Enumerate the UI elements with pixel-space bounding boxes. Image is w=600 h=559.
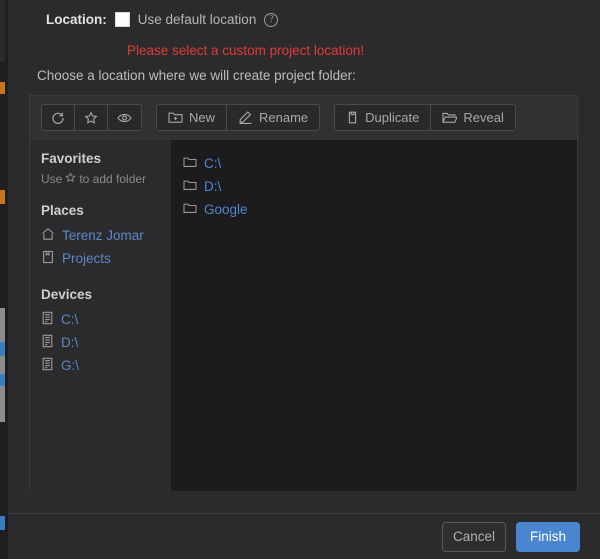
folder-plus-icon (168, 111, 183, 124)
sidebar-item-drive-d[interactable]: D:\ (41, 331, 171, 354)
places-section-title: Places (41, 203, 84, 218)
sidebar-item-label: D:\ (61, 335, 79, 350)
favorites-section-title: Favorites (41, 151, 102, 166)
drive-icon (41, 334, 54, 351)
file-browser-panel: New Rename Duplicate Reveal Favorites Us… (29, 95, 578, 491)
use-default-location-label: Use default location (137, 12, 257, 27)
duplicate-label: Duplicate (365, 110, 420, 125)
background-sliver (0, 82, 5, 94)
rename-label: Rename (259, 110, 309, 125)
background-sliver (0, 342, 5, 356)
sidebar-item-drive-c[interactable]: C:\ (41, 308, 171, 331)
background-sliver (0, 190, 5, 204)
finish-button[interactable]: Finish (516, 521, 580, 552)
view-button-group (41, 104, 142, 131)
folder-icon (183, 179, 197, 194)
file-list: C:\ D:\ Google (171, 140, 577, 491)
refresh-button[interactable] (42, 105, 75, 130)
sidebar-item-label: Projects (62, 251, 111, 266)
sidebar-item-drive-g[interactable]: G:\ (41, 354, 171, 377)
sidebar-item-terenz-jomar[interactable]: Terenz Jomar (41, 224, 171, 247)
favorites-hint-before: Use (41, 172, 63, 186)
location-label: Location: (46, 12, 107, 27)
folder-icon (183, 202, 197, 217)
pencil-icon (238, 111, 253, 124)
background-sliver (0, 516, 5, 530)
duplicate-button[interactable]: Duplicate (335, 105, 432, 130)
panel-body: Favorites Use to add folder Places Teren… (30, 140, 577, 491)
project-location-dialog: Location: Use default location ? Please … (8, 0, 600, 559)
favorites-hint-after: to add folder (79, 172, 147, 186)
new-folder-label: New (189, 110, 216, 125)
list-item-label: C:\ (204, 156, 222, 171)
background-sliver (0, 356, 5, 374)
cancel-button[interactable]: Cancel (442, 521, 506, 552)
instruction-text: Choose a location where we will create p… (37, 68, 356, 83)
dialog-footer: Cancel Finish (8, 514, 600, 559)
sidebar-item-projects[interactable]: Projects (41, 247, 171, 270)
folder-icon (183, 156, 197, 171)
background-sliver (0, 94, 5, 190)
background-sliver (0, 0, 5, 62)
eye-icon (117, 111, 132, 125)
background-sliver (0, 308, 5, 342)
list-item-label: D:\ (204, 179, 222, 194)
new-folder-button[interactable]: New (157, 105, 228, 130)
drive-icon (41, 357, 54, 374)
sidebar-item-label: Terenz Jomar (62, 228, 144, 243)
background-sliver (0, 386, 5, 422)
background-sliver (0, 204, 5, 308)
sidebar-item-label: C:\ (61, 312, 79, 327)
location-warning-message: Please select a custom project location! (127, 43, 365, 58)
reveal-label: Reveal (463, 110, 504, 125)
background-sliver (0, 374, 5, 386)
background-sliver (0, 62, 5, 82)
reveal-button[interactable]: Reveal (431, 105, 515, 130)
star-icon (65, 172, 77, 186)
question-mark-circle-icon[interactable]: ? (264, 12, 279, 27)
list-item-label: Google (204, 202, 248, 217)
devices-section-title: Devices (41, 287, 93, 302)
list-item[interactable]: C:\ (183, 152, 577, 175)
list-item[interactable]: Google (183, 198, 577, 221)
list-item[interactable]: D:\ (183, 175, 577, 198)
background-sliver (0, 422, 5, 516)
location-row: Location: Use default location ? (46, 12, 279, 27)
copy-icon (346, 111, 359, 124)
file-browser-toolbar: New Rename Duplicate Reveal (30, 96, 577, 140)
home-icon (41, 227, 55, 244)
use-default-location-checkbox[interactable] (114, 12, 130, 27)
background-window-edge (0, 0, 8, 559)
background-sliver (0, 530, 5, 559)
show-hidden-button[interactable] (108, 105, 141, 130)
favorites-empty-hint: Use to add folder (41, 172, 171, 186)
places-sidebar: Favorites Use to add folder Places Teren… (30, 140, 171, 491)
drive-icon (41, 311, 54, 328)
bookmark-icon (41, 250, 55, 267)
file-actions-group-2: Duplicate Reveal (334, 104, 516, 131)
folder-open-icon (442, 111, 458, 124)
refresh-icon (51, 111, 65, 125)
file-actions-group-1: New Rename (156, 104, 321, 131)
add-favorite-button[interactable] (75, 105, 108, 130)
sidebar-item-label: G:\ (61, 358, 80, 373)
star-icon (84, 110, 98, 125)
rename-button[interactable]: Rename (227, 105, 320, 130)
